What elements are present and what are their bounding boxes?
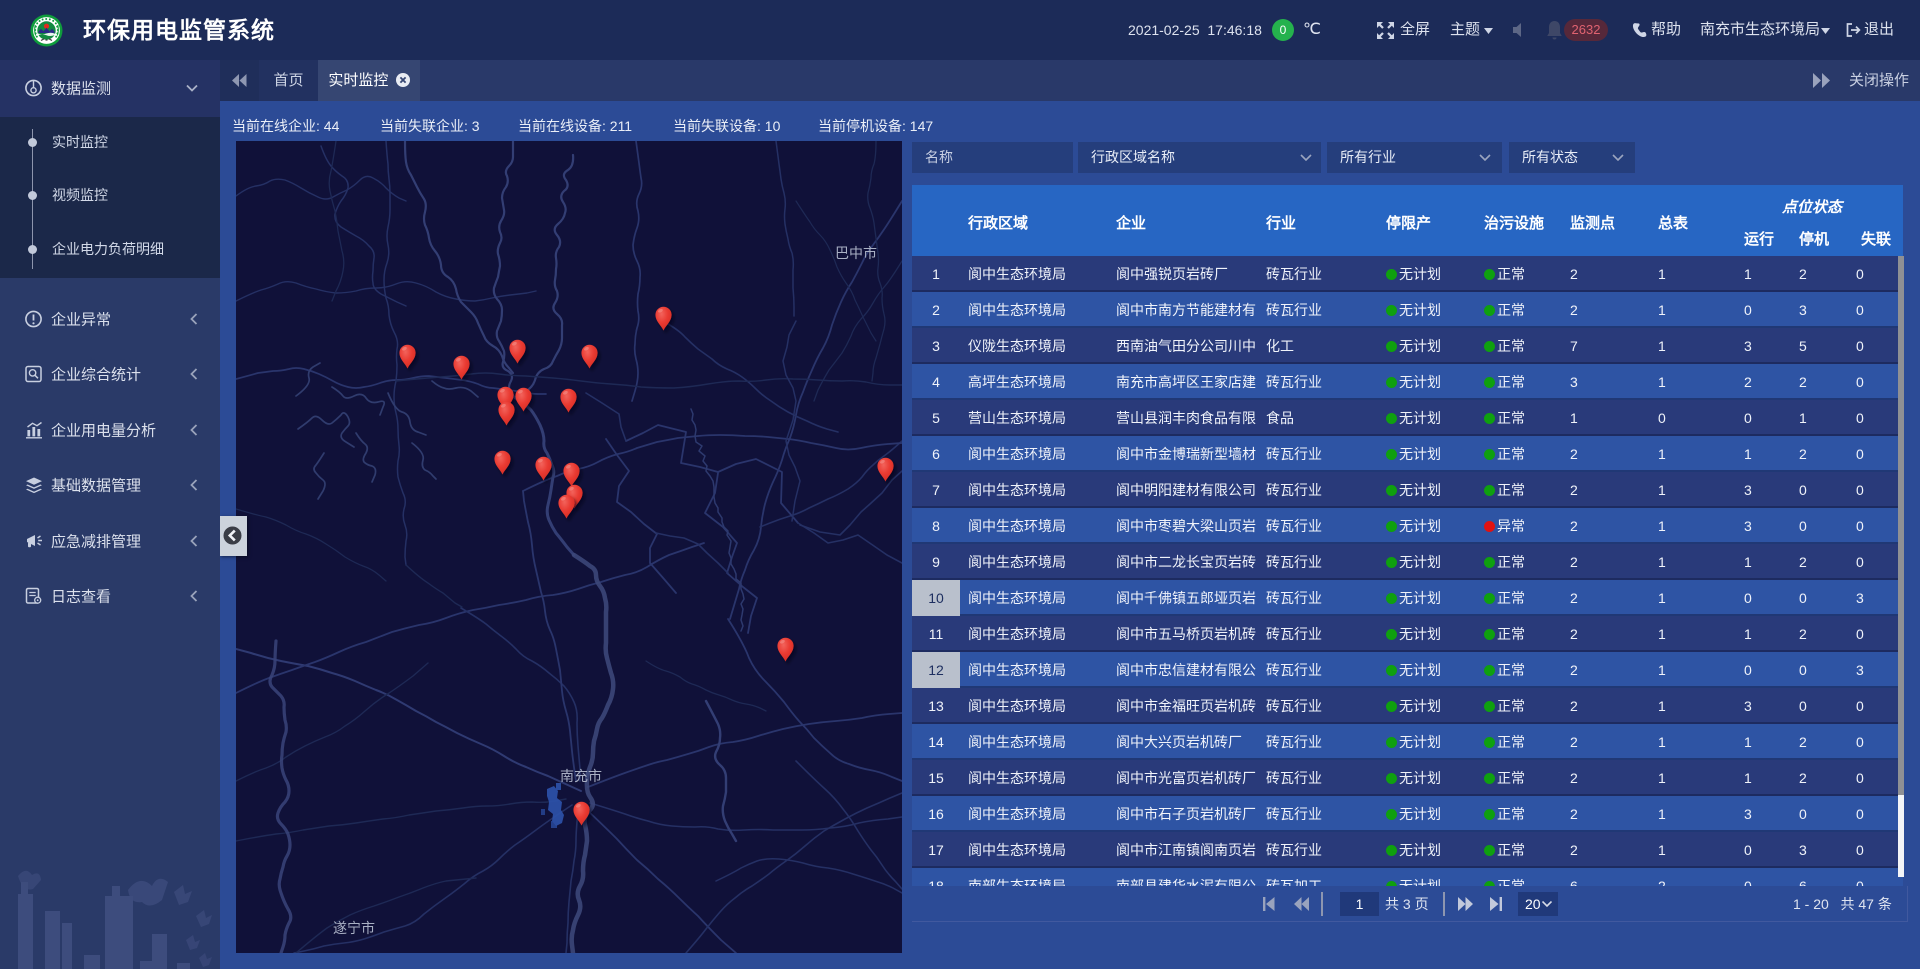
svg-text:南充市: 南充市	[560, 768, 602, 784]
svg-text:遂宁市: 遂宁市	[333, 920, 375, 936]
svg-text:巴中市: 巴中市	[835, 245, 877, 261]
